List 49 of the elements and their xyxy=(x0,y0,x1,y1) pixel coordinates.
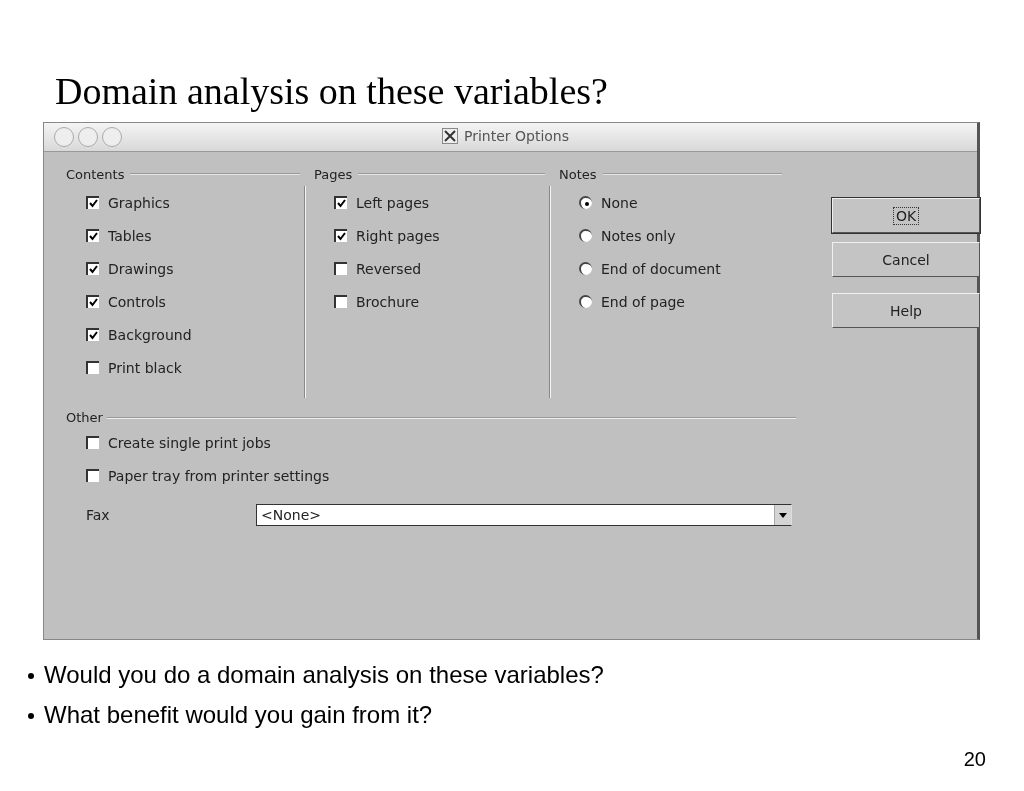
option-label: End of document xyxy=(601,260,721,277)
option-label: End of page xyxy=(601,293,685,310)
checkbox[interactable] xyxy=(86,295,99,308)
option-label: Tables xyxy=(108,227,152,244)
option-label: Background xyxy=(108,326,192,343)
radio-button[interactable] xyxy=(579,196,592,209)
checkbox[interactable] xyxy=(334,196,347,209)
checkbox[interactable] xyxy=(86,361,99,374)
option-label: None xyxy=(601,194,638,211)
option-label: Drawings xyxy=(108,260,174,277)
bullet-text: Would you do a domain analysis on these variables? xyxy=(44,660,604,690)
checkbox[interactable] xyxy=(86,328,99,341)
bullet-icon xyxy=(28,673,34,679)
group-title: Pages xyxy=(314,166,353,182)
radio-button[interactable] xyxy=(579,262,592,275)
bullet-text: What benefit would you gain from it? xyxy=(44,700,433,730)
checkbox[interactable] xyxy=(86,469,99,482)
checkbox[interactable] xyxy=(86,262,99,275)
option-label: Create single print jobs xyxy=(108,434,271,451)
option-label: Reversed xyxy=(356,260,422,277)
option-label: Graphics xyxy=(108,194,170,211)
checkbox[interactable] xyxy=(86,229,99,242)
radio-button[interactable] xyxy=(579,295,592,308)
dialog-button[interactable]: Cancel xyxy=(832,242,980,277)
option-label: Notes only xyxy=(601,227,676,244)
group-title: Other xyxy=(66,410,103,425)
checkbox[interactable] xyxy=(86,196,99,209)
fax-dropdown[interactable]: <None> xyxy=(256,504,792,526)
group-title: Contents xyxy=(66,166,125,182)
slide-title: Domain analysis on these variables? xyxy=(55,69,608,114)
dialog-button[interactable]: OK xyxy=(832,198,980,233)
option-label: Paper tray from printer settings xyxy=(108,467,330,484)
option-label: Brochure xyxy=(356,293,420,310)
x-logo-icon xyxy=(442,128,458,144)
window-title: Printer Options xyxy=(464,128,570,144)
fax-label: Fax xyxy=(86,507,111,523)
page-number: 20 xyxy=(963,748,986,771)
group-title: Notes xyxy=(559,166,597,182)
dialog-button[interactable]: Help xyxy=(832,293,980,328)
option-label: Left pages xyxy=(356,194,430,211)
checkbox[interactable] xyxy=(86,436,99,449)
checkbox[interactable] xyxy=(334,295,347,308)
option-label: Controls xyxy=(108,293,166,310)
option-label: Print black xyxy=(108,359,182,376)
radio-button[interactable] xyxy=(579,229,592,242)
checkbox[interactable] xyxy=(334,262,347,275)
checkbox[interactable] xyxy=(334,229,347,242)
bullet-icon xyxy=(28,713,34,719)
option-label: Right pages xyxy=(356,227,440,244)
